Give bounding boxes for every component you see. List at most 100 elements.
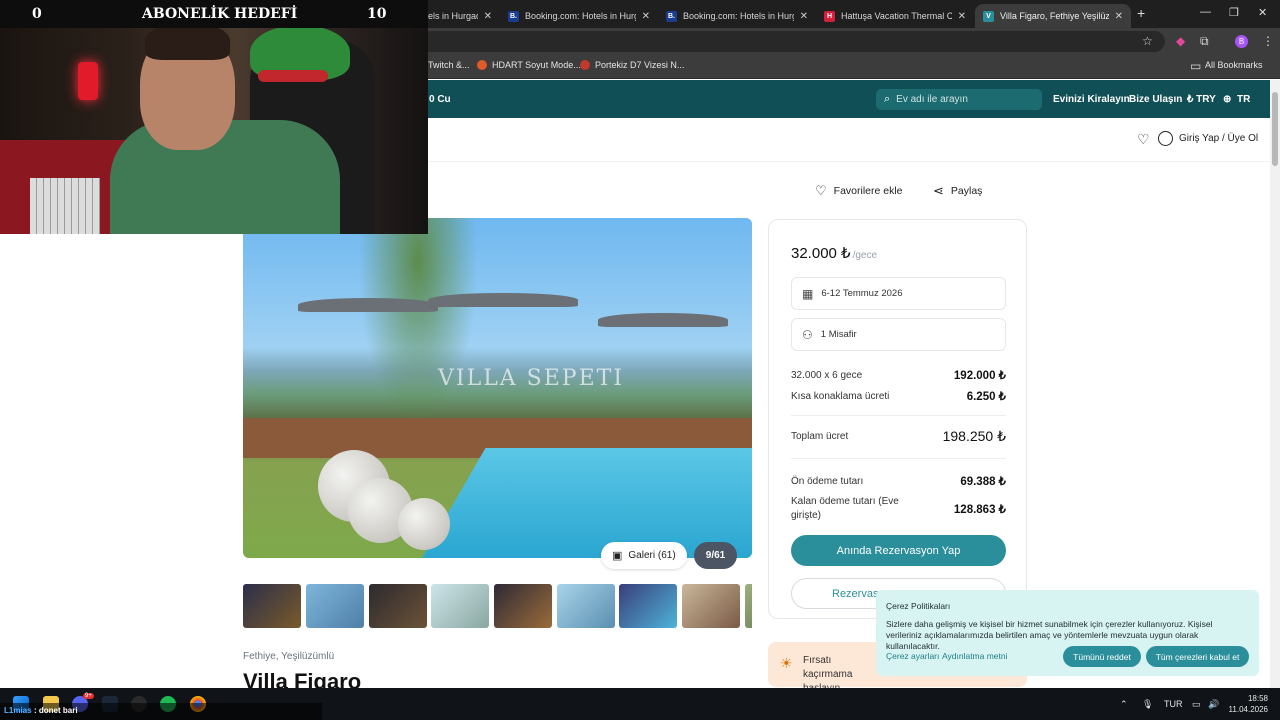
close-window-icon[interactable]: ✕	[1258, 6, 1267, 19]
bookmark-favicon-icon	[477, 60, 487, 70]
all-bookmarks-button[interactable]: All Bookmarks	[1205, 60, 1263, 70]
villa-favicon-icon: V	[983, 10, 994, 22]
goal-target: 10	[367, 6, 387, 22]
bookmark-item[interactable]: HDART Soyut Mode...	[477, 60, 581, 70]
search-input[interactable]: ⌕ Ev adı ile arayın	[876, 89, 1042, 110]
tab-title: Booking.com: Hotels in Hurgad	[525, 11, 636, 21]
thumbnail[interactable]	[369, 584, 427, 628]
bookmark-star-icon[interactable]: ☆	[1142, 34, 1153, 48]
nav-contact[interactable]: Bize Ulaşın	[1129, 94, 1182, 105]
calendar-icon: ▦	[802, 286, 814, 301]
brand-fragment[interactable]: 0 Cu	[429, 94, 451, 105]
tab-title: els in Hurgad	[428, 11, 478, 21]
cookie-settings-link[interactable]: Çerez ayarları	[886, 651, 939, 661]
browser-tab[interactable]: B. Booking.com: Hotels in Hurgad ✕	[500, 4, 658, 28]
instant-booking-button[interactable]: Anında Rezervasyon Yap	[791, 535, 1006, 566]
price-line: Kısa konaklama ücreti 6.250 ₺	[791, 389, 1006, 404]
taskbar-clock[interactable]: 18:58 11.04.2026	[1222, 693, 1268, 715]
thumbnail[interactable]	[745, 584, 752, 628]
accept-all-button[interactable]: Tüm çerezleri kabul et	[1146, 646, 1249, 667]
gallery-icon: ▣	[612, 550, 623, 562]
extension-icon[interactable]: ◆	[1176, 34, 1185, 48]
remaining-label: Kalan ödeme tutarı (Eve girişte)	[791, 496, 899, 521]
tray-chevron-icon[interactable]: ⌃	[1120, 699, 1128, 710]
network-icon[interactable]: ▭	[1192, 699, 1201, 710]
input-language[interactable]: TUR	[1164, 699, 1183, 709]
photo-watermark: VILLA SEPETI	[438, 366, 625, 391]
tab-title: Villa Figaro, Fethiye Yeşilüzüml	[1000, 11, 1109, 21]
close-tab-icon[interactable]: ✕	[484, 11, 492, 22]
clock-date: 11.04.2026	[1228, 705, 1268, 714]
remaining-row: Kalan ödeme tutarı (Eve girişte) 128.863…	[791, 495, 1006, 523]
guest-count: 1 Misafir	[820, 329, 857, 340]
new-tab-icon[interactable]: +	[1137, 5, 1145, 21]
browser-tab[interactable]: H Hattuşa Vacation Thermal Club ✕	[816, 4, 974, 28]
goal-title: ABONELİK HEDEFİ	[142, 6, 298, 22]
scrollbar-track[interactable]	[1270, 80, 1280, 688]
thumbnail[interactable]	[557, 584, 615, 628]
gallery-label: Galeri (61)	[628, 550, 676, 561]
tab-title: Hattuşa Vacation Thermal Club	[841, 11, 952, 21]
clarification-link[interactable]: Aydınlatma metni	[942, 651, 1008, 661]
scrollbar-thumb[interactable]	[1272, 92, 1278, 166]
browser-tab[interactable]: els in Hurgad ✕	[420, 4, 500, 28]
minimize-icon[interactable]: —	[1200, 6, 1211, 18]
thumbnail[interactable]	[619, 584, 677, 628]
gallery-button[interactable]: ▣ Galeri (61)	[601, 542, 687, 569]
date-picker[interactable]: ▦ 6-12 Temmuz 2026	[791, 277, 1006, 310]
login-register-link[interactable]: Giriş Yap / Üye Ol	[1179, 133, 1258, 144]
swimming-pool	[422, 448, 752, 558]
main-photo[interactable]: VILLA SEPETI	[243, 218, 752, 558]
bookmark-item[interactable]: Twitch &...	[428, 60, 470, 70]
thumbnail[interactable]	[243, 584, 301, 628]
keyboard	[30, 178, 100, 234]
favorites-heart-icon[interactable]: ♡	[1137, 131, 1150, 148]
restore-icon[interactable]: ❐	[1229, 6, 1239, 19]
nav-rent-home[interactable]: Evinizi Kiralayın	[1053, 94, 1130, 105]
folder-icon: ▭	[1190, 59, 1202, 73]
guest-selector[interactable]: ⚇ 1 Misafir	[791, 318, 1006, 351]
menu-kebab-icon[interactable]: ⋮	[1262, 34, 1274, 48]
language-selector[interactable]: TR	[1237, 94, 1250, 105]
price-line: 32.000 x 6 gece 192.000 ₺	[791, 368, 1006, 383]
browser-tab-active[interactable]: V Villa Figaro, Fethiye Yeşilüzüml ✕	[975, 4, 1131, 28]
browser-tab[interactable]: B. Booking.com: Hotels in Hurgad ✕	[658, 4, 816, 28]
divider	[791, 415, 1006, 416]
booking-favicon-icon: B.	[666, 10, 677, 22]
volume-icon[interactable]: 🔊	[1208, 699, 1219, 710]
discord-badge: 9+	[83, 693, 94, 699]
add-favorite-label: Favorilere ekle	[833, 185, 903, 197]
address-bar[interactable]	[420, 31, 1165, 52]
close-tab-icon[interactable]: ✕	[958, 11, 966, 22]
remaining-value: 128.863 ₺	[953, 504, 1006, 516]
thumbnail[interactable]	[431, 584, 489, 628]
profile-avatar[interactable]: B	[1235, 35, 1248, 48]
booking-favicon-icon: B.	[508, 10, 519, 22]
thumbnail[interactable]	[494, 584, 552, 628]
microphone-icon[interactable]: 🎙	[1142, 699, 1153, 710]
share-icon: ⋖	[933, 183, 944, 198]
close-tab-icon[interactable]: ✕	[800, 11, 808, 22]
total-row: Toplam ücret 198.250 ₺	[791, 428, 1006, 445]
subscriber-goal-bar: 0 ABONELİK HEDEFİ 10	[0, 0, 428, 28]
close-tab-icon[interactable]: ✕	[642, 11, 650, 22]
bookmark-label: Portekiz D7 Vizesi N...	[595, 60, 685, 70]
add-favorite-button[interactable]: ♡ Favorilere ekle	[815, 183, 903, 199]
thumbnail[interactable]	[682, 584, 740, 628]
thumbnail[interactable]	[306, 584, 364, 628]
currency-selector[interactable]: ₺ TRY	[1187, 94, 1216, 105]
price-line-value: 6.250 ₺	[966, 391, 1006, 403]
reject-all-button[interactable]: Tümünü reddet	[1063, 646, 1141, 667]
clock-time: 18:58	[1247, 694, 1268, 703]
share-button[interactable]: ⋖ Paylaş	[933, 183, 982, 199]
extensions-puzzle-icon[interactable]: ⧉	[1200, 34, 1209, 49]
close-tab-icon[interactable]: ✕	[1115, 11, 1123, 22]
goal-current: 0	[32, 6, 42, 22]
umbrella	[298, 298, 438, 312]
bookmark-item[interactable]: Portekiz D7 Vizesi N...	[580, 60, 684, 70]
microphone-light	[78, 62, 98, 100]
heart-icon: ♡	[815, 183, 827, 198]
photo-counter: 9/61	[694, 542, 737, 569]
divider	[791, 458, 1006, 459]
tab-title: Booking.com: Hotels in Hurgad	[683, 11, 794, 21]
